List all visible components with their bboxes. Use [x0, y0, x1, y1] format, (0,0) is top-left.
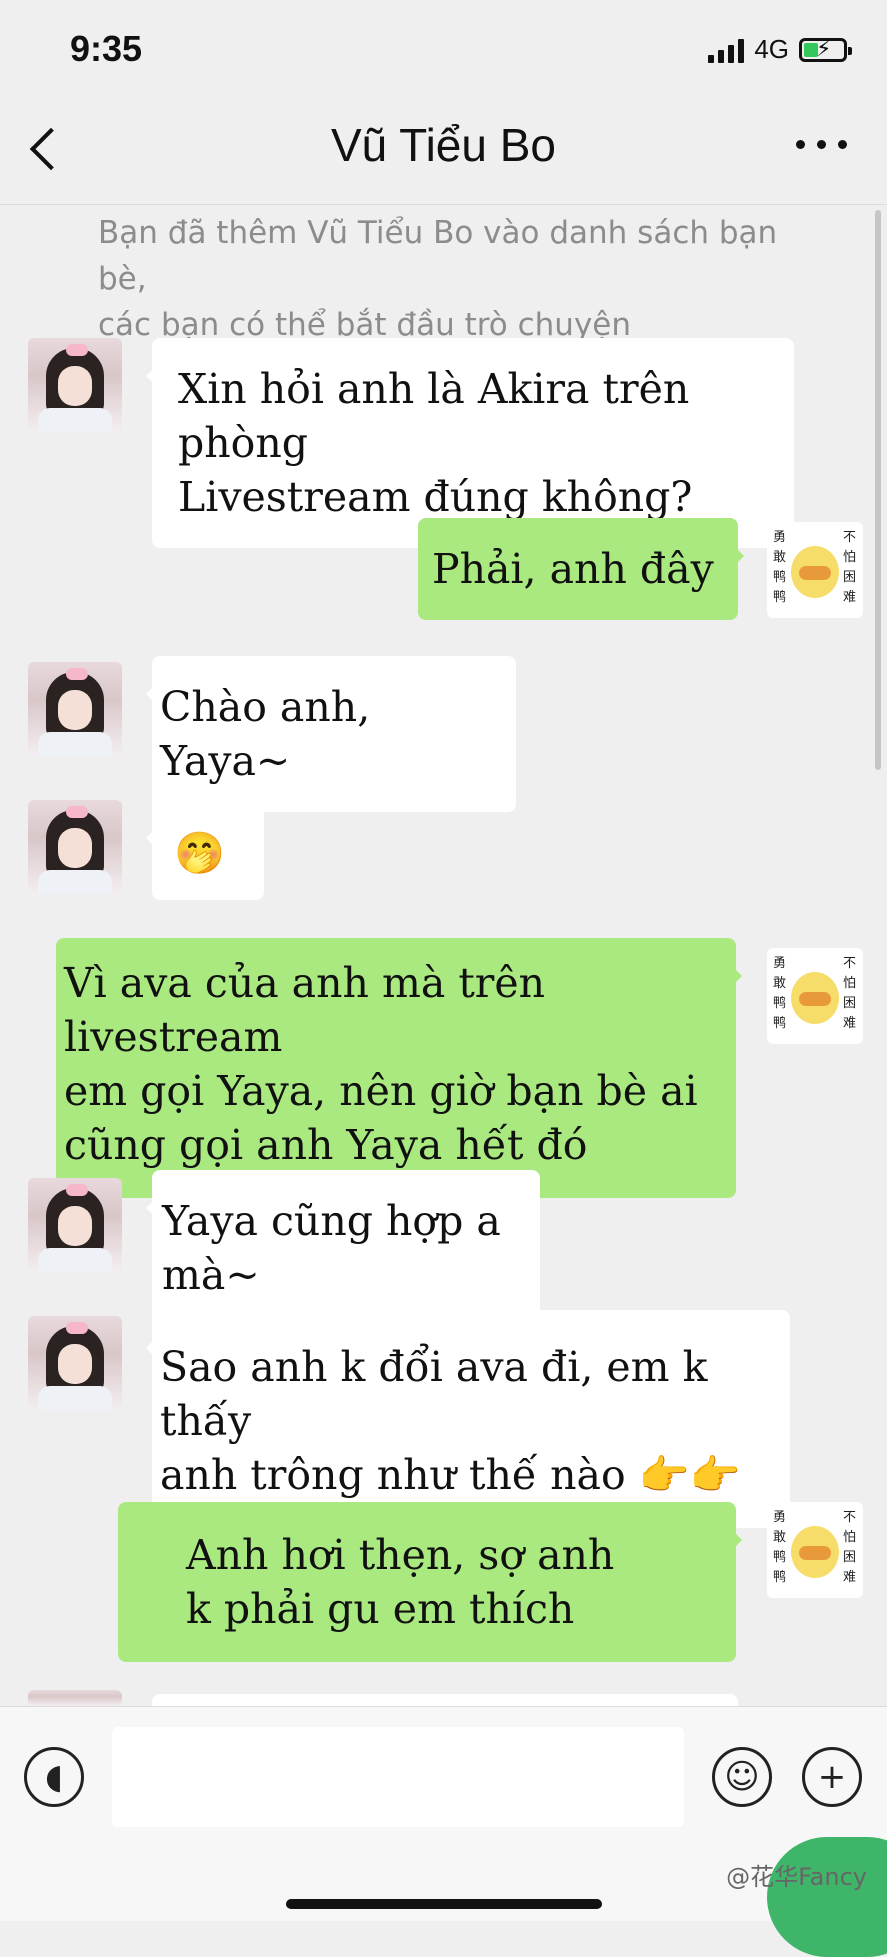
nav-bar: Vũ Tiểu Bo: [0, 100, 887, 205]
message-input[interactable]: [112, 1727, 684, 1827]
overlay-green-badge: [767, 1837, 887, 1957]
emoji-icon[interactable]: ☺: [712, 1747, 772, 1807]
status-time: 9:35: [70, 28, 143, 69]
contact-avatar[interactable]: [28, 1690, 122, 1706]
more-icon[interactable]: [796, 140, 847, 149]
message-bubble-incoming[interactable]: [146, 1694, 738, 1740]
signal-icon: [708, 37, 745, 63]
plus-icon[interactable]: +: [802, 1747, 862, 1807]
voice-icon[interactable]: ◖: [24, 1747, 84, 1807]
message-bubble-outgoing[interactable]: Anh hơi thẹn, sợ anh k phải gu em thích: [118, 1502, 742, 1662]
message-bubble-outgoing[interactable]: Phải, anh đây: [418, 518, 744, 620]
network-label: 4G: [754, 34, 789, 64]
message-bubble-incoming[interactable]: 🤭: [146, 800, 264, 900]
watermark-credit: @花华Fancy: [726, 1863, 867, 1891]
message-bubble-incoming[interactable]: Sao anh k đổi ava đi, em k thấy anh trôn…: [146, 1310, 790, 1528]
home-indicator[interactable]: [286, 1899, 602, 1909]
input-bar: ◖ ☺ + @花华Fancy: [0, 1706, 887, 1957]
contact-avatar[interactable]: [28, 1316, 122, 1410]
self-avatar[interactable]: 勇敢鸭鸭 不怕困难: [767, 948, 863, 1044]
contact-avatar[interactable]: [28, 1178, 122, 1272]
contact-avatar[interactable]: [28, 800, 122, 894]
status-icons: 4G ⚡: [708, 34, 852, 65]
message-bubble-incoming[interactable]: Xin hỏi anh là Akira trên phòng Livestre…: [146, 338, 794, 548]
message-bubble-incoming[interactable]: Chào anh, Yaya~: [146, 656, 516, 812]
chat-title: Vũ Tiểu Bo: [330, 119, 557, 171]
message-bubble-incoming[interactable]: Yaya cũng hợp a mà~: [146, 1170, 540, 1326]
system-message: Bạn đã thêm Vũ Tiểu Bo vào danh sách bạn…: [98, 215, 778, 343]
contact-avatar[interactable]: [28, 338, 122, 432]
battery-icon: ⚡: [799, 37, 852, 62]
scrollbar[interactable]: [875, 210, 881, 770]
self-avatar[interactable]: 勇敢鸭鸭 不怕困难: [767, 522, 863, 618]
self-avatar[interactable]: 勇敢鸭鸭 不怕困难: [767, 1502, 863, 1598]
status-bar: 9:35 4G ⚡: [0, 0, 887, 100]
contact-avatar[interactable]: [28, 662, 122, 756]
message-bubble-outgoing[interactable]: Vì ava của anh mà trên livestream em gọi…: [56, 938, 742, 1198]
